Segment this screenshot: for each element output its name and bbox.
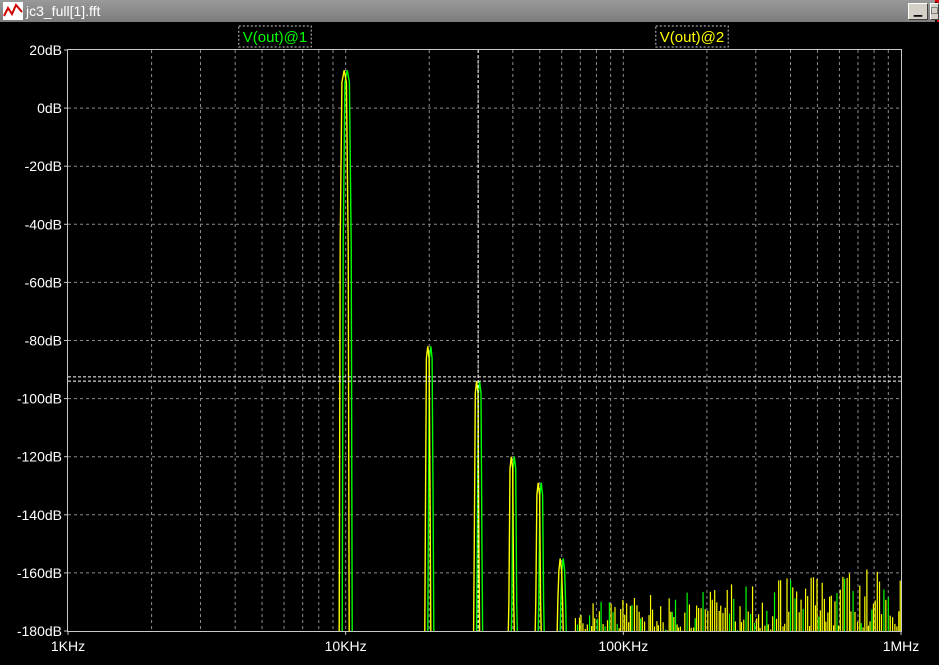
y-tick-label: -40dB — [25, 216, 62, 232]
y-tick-label: -100dB — [17, 391, 62, 407]
window-title: jc3_full[1].fft — [26, 3, 101, 19]
x-tick-label: 1MHz — [883, 638, 920, 654]
waveform-icon — [3, 2, 23, 20]
y-tick-label: 0dB — [37, 100, 62, 116]
legend-entry[interactable]: V(out)@1 — [243, 29, 307, 46]
plot-background — [0, 22, 939, 665]
minimize-button[interactable]: ▁ — [908, 3, 928, 20]
y-tick-label: -80dB — [25, 333, 62, 349]
x-tick-label: 1KHz — [51, 638, 85, 654]
maximize-button[interactable]: □ — [930, 3, 939, 20]
x-tick-label: 100KHz — [598, 638, 648, 654]
y-tick-label: -160dB — [17, 565, 62, 581]
y-tick-label: -60dB — [25, 274, 62, 290]
minimize-icon: ▁ — [913, 5, 923, 17]
legend-entry[interactable]: V(out)@2 — [660, 29, 724, 46]
fft-plot[interactable]: 20dB 0dB -20dB -40dB -60dB -80dB -100dB -120dB -… — [0, 22, 939, 665]
title-bar[interactable]: jc3_full[1].fft ▁ □ — [0, 0, 939, 22]
y-tick-label: 20dB — [29, 42, 62, 58]
x-tick-label: 10KHz — [325, 638, 367, 654]
y-tick-label: -180dB — [17, 623, 62, 639]
maximize-icon: □ — [931, 5, 938, 17]
y-tick-label: -120dB — [17, 449, 62, 465]
y-tick-label: -140dB — [17, 507, 62, 523]
y-tick-label: -20dB — [25, 158, 62, 174]
